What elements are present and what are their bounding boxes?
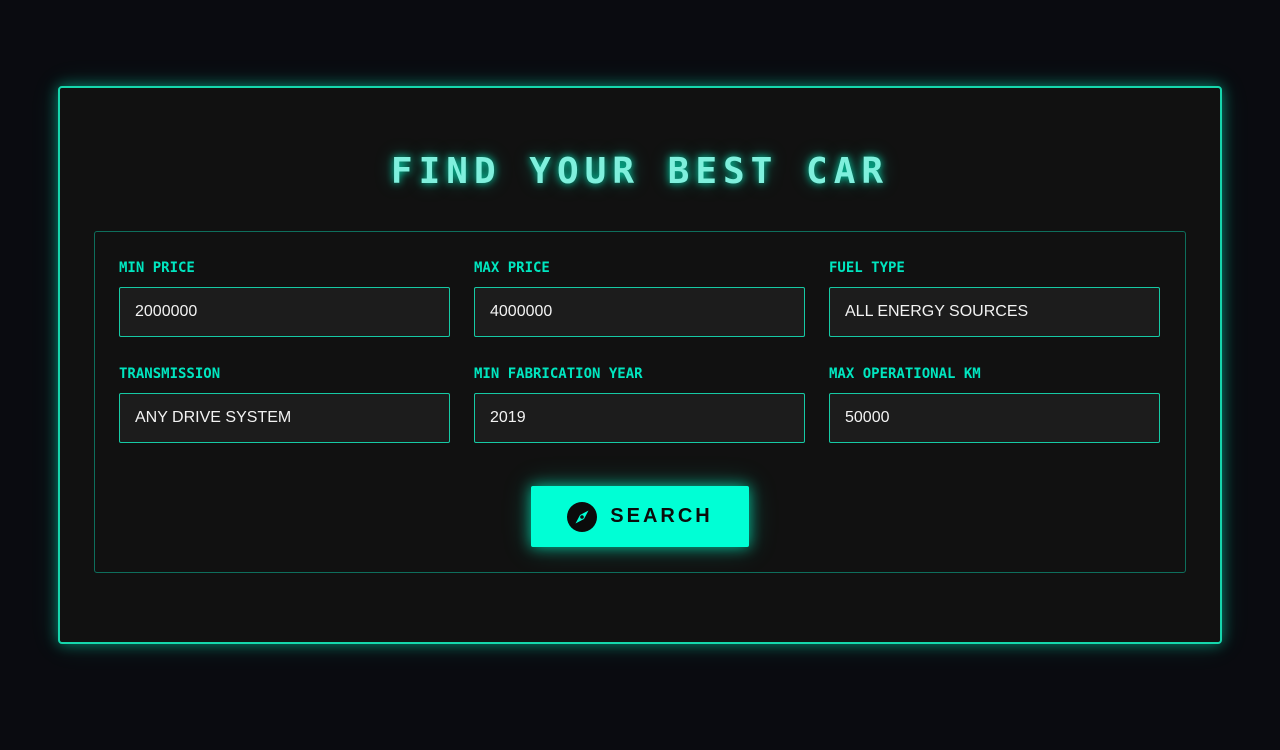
search-button-label: SEARCH	[610, 505, 713, 527]
max-price-label: MAX PRICE	[474, 260, 550, 276]
min-price-label: MIN PRICE	[119, 260, 195, 276]
min-fabrication-year-label: MIN FABRICATION YEAR	[474, 366, 643, 382]
transmission-select[interactable]: ANY DRIVE SYSTEM	[119, 393, 450, 443]
fuel-type-select[interactable]: ALL ENERGY SOURCES	[829, 287, 1160, 337]
transmission-label: TRANSMISSION	[119, 366, 221, 382]
min-fabrication-year-input[interactable]: 2019	[474, 393, 805, 443]
page-title: FIND YOUR BEST CAR	[390, 151, 890, 192]
compass-icon	[567, 501, 598, 532]
max-operational-km-label: MAX OPERATIONAL KM	[829, 366, 981, 382]
max-price-input[interactable]: 4000000	[474, 287, 805, 337]
fuel-type-label: FUEL TYPE	[829, 260, 905, 276]
search-button[interactable]: SEARCH	[531, 486, 749, 547]
min-price-input[interactable]: 2000000	[119, 287, 450, 337]
max-operational-km-input[interactable]: 50000	[829, 393, 1160, 443]
